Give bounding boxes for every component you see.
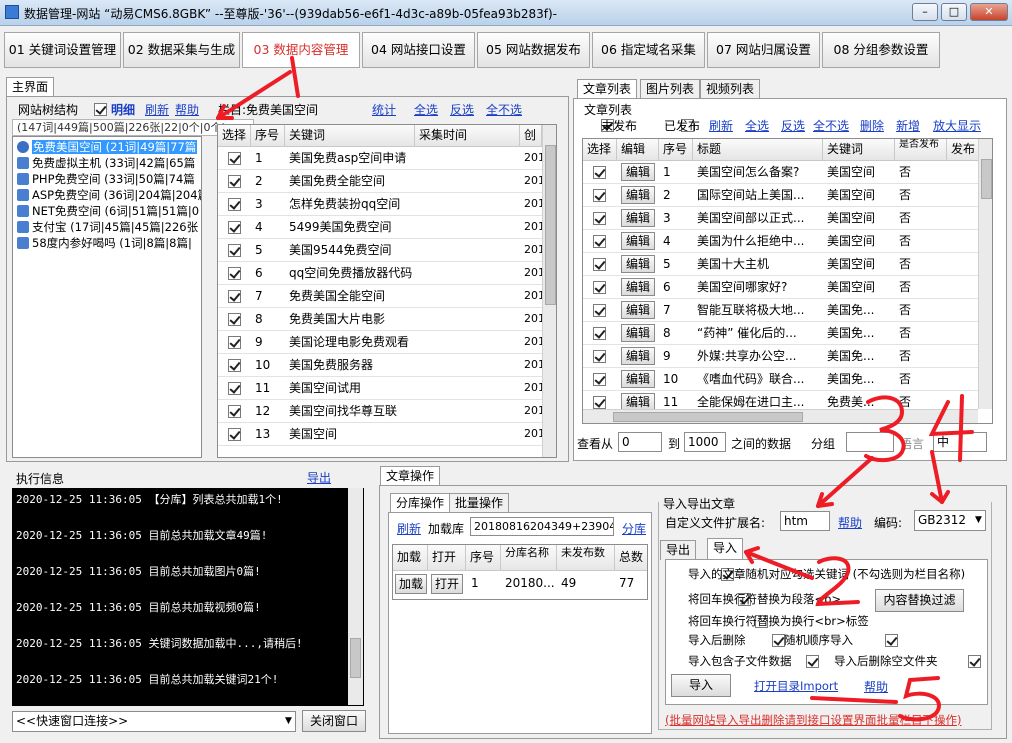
- annotation-number-1: [290, 56, 300, 98]
- annotation-arrow-1: [216, 70, 292, 120]
- annotation-number-3: [864, 395, 906, 463]
- annotation-number-5: [898, 676, 941, 722]
- annotation-number-2: [815, 556, 860, 607]
- annotation-marks: [216, 56, 974, 722]
- annotation-arrow-3: [816, 456, 874, 508]
- annotation-overlay: [216, 56, 974, 722]
- annotation-underline-5: [810, 696, 898, 704]
- annotation-arrow-2: [744, 550, 814, 580]
- annotation-number-4: [928, 394, 974, 462]
